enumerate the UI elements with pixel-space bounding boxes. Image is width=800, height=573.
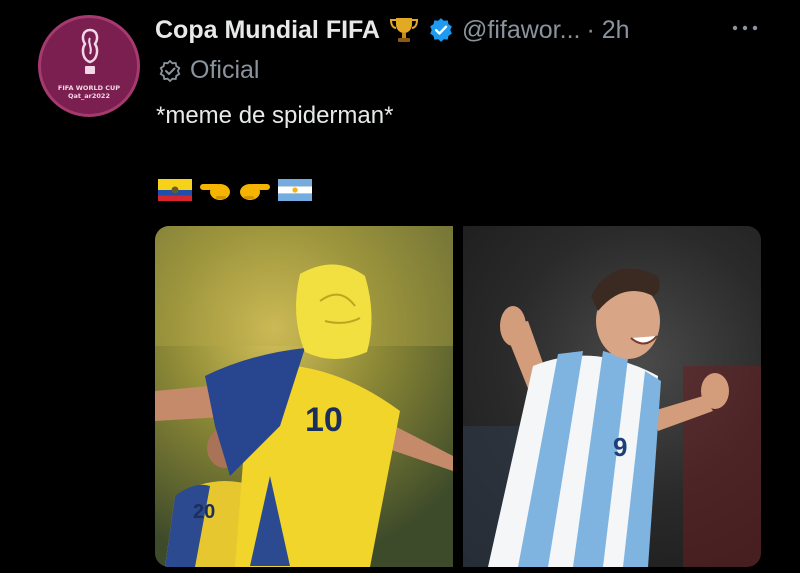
emoji-row	[158, 178, 312, 207]
svg-text:9: 9	[613, 432, 627, 462]
ecuador-flag-icon	[158, 179, 192, 206]
svg-text:10: 10	[305, 401, 343, 439]
author-handle[interactable]: @fifawor...	[462, 16, 580, 45]
argentina-player-celebrating-photo[interactable]: 9	[463, 226, 761, 567]
pointing-left-icon	[198, 178, 232, 207]
argentina-flag-icon	[278, 179, 312, 206]
world-cup-emblem-icon	[81, 28, 99, 74]
tweet-header: Copa Mundial FIFA @fifawor... · 2h	[155, 12, 630, 48]
tweet-time[interactable]: · 2h	[586, 16, 629, 45]
affiliation-text: Oficial	[190, 56, 260, 84]
tweet-text: *meme de spiderman*	[156, 102, 394, 129]
pointing-right-icon	[238, 178, 272, 207]
avatar[interactable]: FIFA WORLD CUP Qat_ar2022	[38, 15, 140, 117]
verified-icon	[430, 18, 452, 42]
trophy-icon	[389, 18, 419, 42]
official-badge-icon	[159, 59, 181, 82]
author-name[interactable]: Copa Mundial FIFA	[155, 16, 380, 45]
affiliation-label: Oficial	[158, 56, 259, 85]
svg-text:20: 20	[193, 501, 215, 523]
more-icon[interactable]	[730, 20, 760, 36]
avatar-brand-text: FIFA WORLD CUP Qat_ar2022	[57, 84, 121, 100]
ecuador-player-masked-photo[interactable]: 20 10	[155, 226, 453, 567]
